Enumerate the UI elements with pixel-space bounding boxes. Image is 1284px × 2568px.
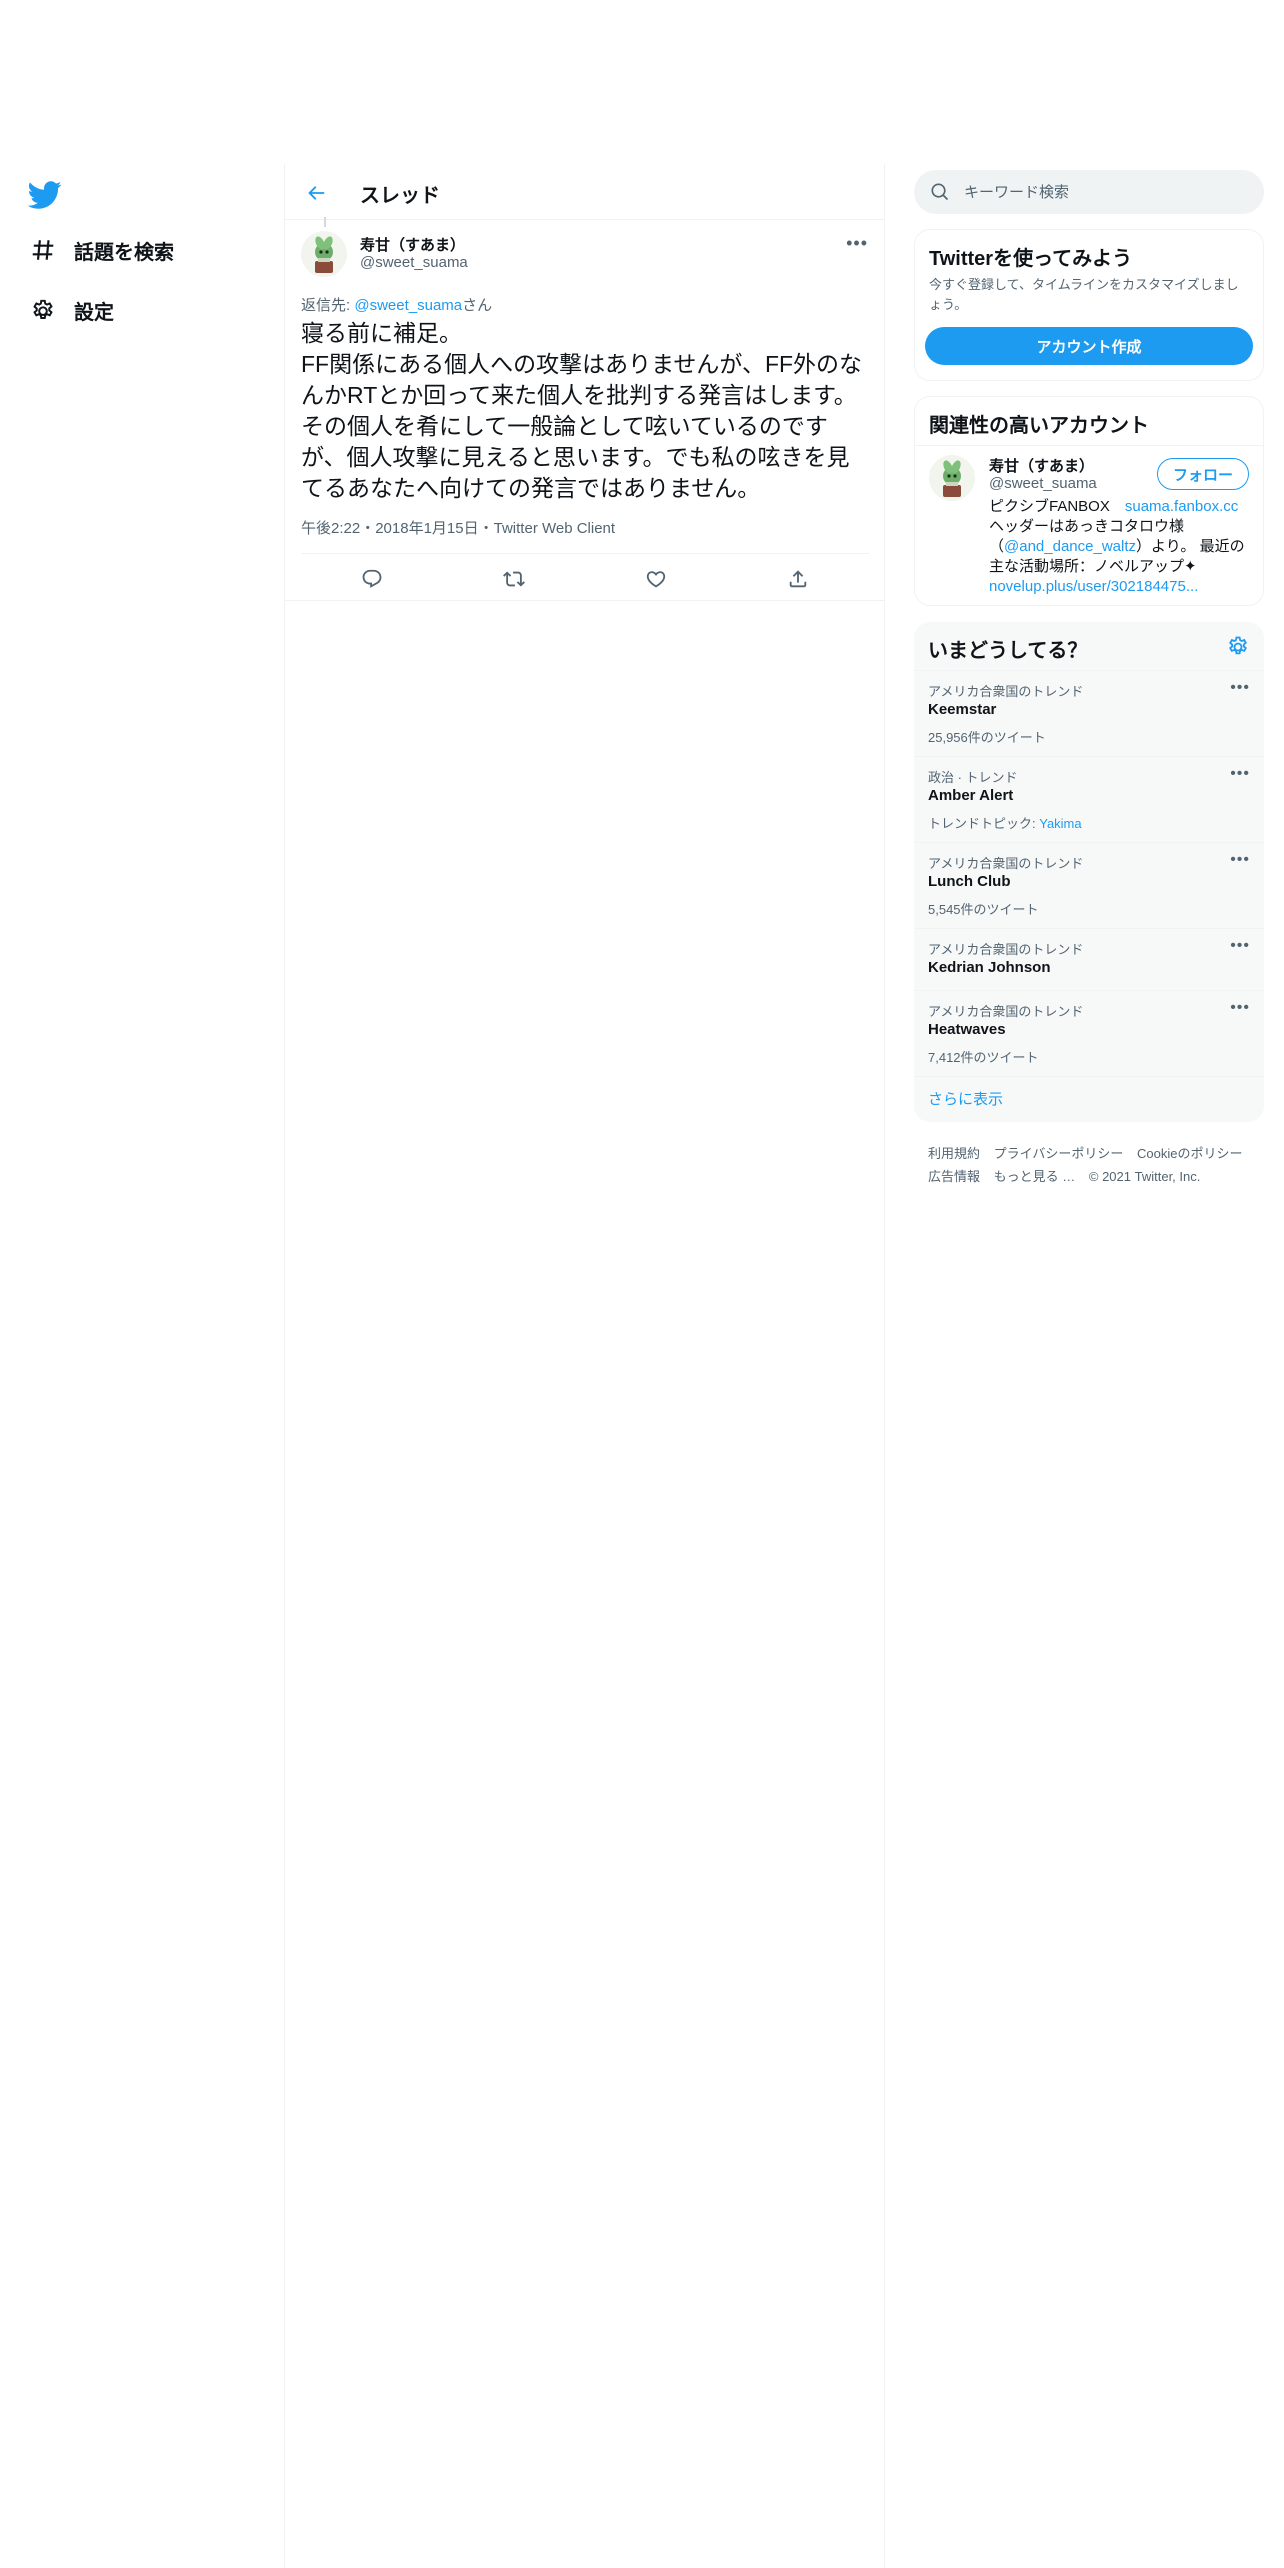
related-account-bio: ピクシブFANBOX suama.fanbox.cc ヘッダーはあっきコタロウ様… [989, 497, 1251, 597]
trend-item[interactable]: アメリカ合衆国のトレンド Kedrian Johnson ••• [914, 928, 1264, 990]
follow-button[interactable]: フォロー [1157, 458, 1249, 490]
tweet-client[interactable]: Twitter Web Client [494, 520, 615, 537]
reply-to-handle[interactable]: @sweet_suama [354, 297, 462, 314]
trends-card: いまどうしてる？ アメリカ合衆国のトレンド Keemstar 25,956件のツ… [914, 622, 1264, 1122]
reply-icon[interactable] [354, 561, 390, 597]
trend-context: アメリカ合衆国のトレンド [928, 856, 1084, 871]
tweet-text: 寝る前に補足。 FF関係にある個人への攻撃はありませんが、FF外のなんかRTとか… [301, 320, 863, 501]
trend-item[interactable]: 政治 · トレンド Amber Alert トレンドトピック: Yakima •… [914, 756, 1264, 842]
page-title: スレッド [360, 185, 440, 207]
footer-link-terms[interactable]: 利用規約 [928, 1146, 980, 1161]
trend-context: アメリカ合衆国のトレンド [928, 942, 1084, 957]
thread-header: スレッド [285, 164, 884, 220]
copyright: © 2021 Twitter, Inc. [1088, 1169, 1201, 1184]
avatar[interactable] [301, 231, 347, 277]
gear-icon[interactable] [1226, 634, 1250, 658]
related-title: 関連性の高いアカウント [929, 415, 1149, 437]
show-more-link[interactable]: さらに表示 [928, 1088, 1003, 1109]
trend-context: アメリカ合衆国のトレンド [928, 1004, 1084, 1019]
bio-link-novelup[interactable]: novelup.plus/user/302184475... [989, 578, 1198, 595]
meta-separator: ・ [478, 520, 494, 537]
signup-description: 今すぐ登録して、タイムラインをカスタマイズしましょう。 [929, 277, 1239, 312]
more-options-icon[interactable]: ••• [1230, 679, 1250, 697]
more-options-icon[interactable]: ••• [1230, 999, 1250, 1017]
retweet-icon[interactable] [496, 561, 532, 597]
reply-to-prefix: 返信先: [301, 297, 355, 314]
divider [301, 553, 869, 554]
trend-count: 7,412件のツイート [928, 1050, 1039, 1065]
trend-name: Lunch Club [928, 873, 1011, 890]
more-options-icon[interactable]: ••• [1230, 765, 1250, 783]
thread-connector-line [324, 217, 326, 227]
more-options-icon[interactable]: ••• [1230, 937, 1250, 955]
trend-topic-prefix: トレンドトピック: [928, 816, 1040, 831]
nav-item-explore[interactable]: 話題を検索 [28, 230, 174, 270]
search-box [914, 170, 1264, 214]
bio-link-mention[interactable]: @and_dance_waltz [1004, 538, 1136, 555]
trend-name: Heatwaves [928, 1021, 1006, 1038]
trend-name: Keemstar [928, 701, 997, 718]
trend-context: アメリカ合衆国のトレンド [928, 684, 1084, 699]
trend-count: 5,545件のツイート [928, 902, 1039, 917]
footer-link-privacy[interactable]: プライバシーポリシー [994, 1146, 1124, 1161]
nav-item-settings[interactable]: 設定 [28, 290, 114, 330]
nav-label-settings: 設定 [74, 301, 114, 324]
trend-topic-link[interactable]: Yakima [1039, 816, 1081, 831]
nav-label-explore: 話題を検索 [74, 241, 174, 264]
column-divider [884, 164, 885, 2568]
signup-card: Twitterを使ってみよう 今すぐ登録して、タイムラインをカスタマイズしましょ… [914, 229, 1264, 381]
avatar[interactable] [929, 455, 975, 501]
divider [915, 445, 1263, 446]
trends-title: いまどうしてる？ [928, 640, 1088, 662]
meta-separator: ・ [360, 520, 376, 537]
tweet: 寿甘（すあま） @sweet_suama ••• 返信先: @sweet_sua… [285, 217, 884, 601]
footer-link-ads[interactable]: 広告情報 [928, 1169, 980, 1184]
search-input[interactable] [964, 170, 1244, 214]
author-handle[interactable]: @sweet_suama [360, 254, 468, 271]
related-account-handle[interactable]: @sweet_suama [989, 475, 1097, 492]
reply-to: 返信先: @sweet_suamaさん [301, 294, 492, 315]
trend-context: 政治 · トレンド [928, 770, 1018, 785]
bio-text: ピクシブFANBOX [989, 498, 1125, 515]
trend-count: トレンドトピック: Yakima [928, 813, 1082, 832]
reply-to-suffix: さん [462, 297, 493, 314]
footer-link-more[interactable]: もっと見る … [994, 1169, 1076, 1184]
gear-icon [28, 295, 58, 325]
more-options-icon[interactable]: ••• [1230, 851, 1250, 869]
more-options-icon[interactable]: ••• [846, 233, 868, 254]
tweet-actions [301, 561, 869, 597]
tweet-meta: 午後2:22・2018年1月15日・Twitter Web Client [301, 517, 615, 538]
twitter-bird-icon[interactable] [27, 178, 62, 212]
search-icon [930, 182, 950, 202]
bio-link-fanbox[interactable]: suama.fanbox.cc [1125, 498, 1238, 515]
trend-item[interactable]: アメリカ合衆国のトレンド Lunch Club 5,545件のツイート ••• [914, 842, 1264, 928]
author-name[interactable]: 寿甘（すあま） [360, 234, 465, 255]
back-arrow-icon[interactable] [301, 178, 331, 208]
signup-title: Twitterを使ってみよう [929, 248, 1133, 270]
footer: 利用規約 プライバシーポリシー Cookieのポリシー 広告情報 もっと見る …… [928, 1142, 1258, 1188]
related-accounts-card: 関連性の高いアカウント 寿甘（すあま） @sweet_suama フォロー ピク… [914, 396, 1264, 606]
footer-link-cookies[interactable]: Cookieのポリシー [1137, 1146, 1242, 1161]
share-icon[interactable] [780, 561, 816, 597]
trend-name: Kedrian Johnson [928, 959, 1051, 976]
trend-item[interactable]: アメリカ合衆国のトレンド Heatwaves 7,412件のツイート ••• [914, 990, 1264, 1076]
hashtag-icon [28, 235, 58, 265]
main-column: スレッド 寿甘（すあま） @sweet_suama ••• 返信先: @swee… [285, 164, 884, 2568]
create-account-button[interactable]: アカウント作成 [925, 327, 1253, 365]
trend-name: Amber Alert [928, 787, 1014, 804]
related-account-name[interactable]: 寿甘（すあま） [989, 455, 1094, 476]
like-heart-icon[interactable] [638, 561, 674, 597]
trend-count: 25,956件のツイート [928, 730, 1046, 745]
trend-item[interactable]: アメリカ合衆国のトレンド Keemstar 25,956件のツイート ••• [914, 670, 1264, 756]
tweet-time[interactable]: 午後2:22 [301, 520, 360, 537]
divider [914, 1076, 1264, 1077]
tweet-date[interactable]: 2018年1月15日 [375, 520, 478, 537]
